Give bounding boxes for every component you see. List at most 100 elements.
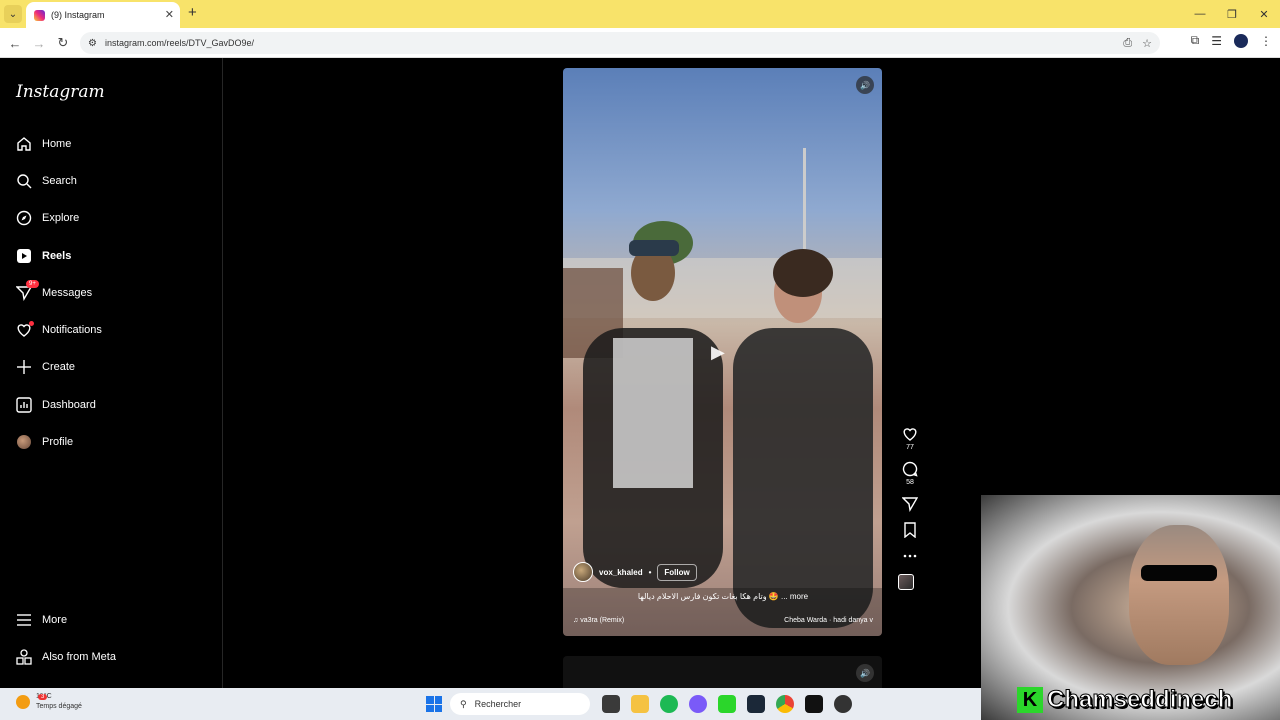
sidebar-item-label: More — [42, 613, 68, 626]
save-button[interactable] — [898, 522, 922, 538]
sidebar-item-explore[interactable]: Explore — [0, 200, 223, 237]
chart-icon — [16, 397, 32, 413]
more-options-button[interactable] — [898, 548, 922, 564]
mute-toggle-button[interactable]: 🔊 — [856, 76, 874, 94]
sidebar-item-profile[interactable]: Profile — [0, 423, 223, 460]
audio-track-label[interactable]: Cheba Warda · hadi danya v — [784, 617, 873, 624]
sidebar-item-more[interactable]: More — [0, 601, 223, 638]
sunglasses — [1141, 565, 1217, 581]
next-reel-mute-button[interactable]: 🔊 — [856, 664, 874, 682]
comment-button[interactable]: 58 — [898, 461, 922, 486]
taskbar-search-placeholder: Rechercher — [474, 699, 522, 709]
play-icon[interactable]: ▶ — [711, 342, 733, 364]
heart-icon — [903, 428, 917, 441]
follow-button[interactable]: Follow — [657, 563, 697, 581]
minimize-button[interactable]: — — [1184, 0, 1216, 28]
restore-button[interactable]: ❐ — [1216, 0, 1248, 28]
new-tab-button[interactable]: + — [188, 4, 197, 21]
forward-button[interactable]: → — [30, 34, 48, 52]
sidebar-item-create[interactable]: Create — [0, 349, 223, 386]
webcam-overlay: K Chamseddinech — [981, 495, 1280, 720]
compass-icon — [16, 210, 32, 226]
media-controls-icon[interactable]: ☰ — [1211, 34, 1222, 48]
close-window-button[interactable]: ✕ — [1248, 0, 1280, 28]
windows-taskbar: 3 12°C Temps dégagé ⚲ Rechercher — [0, 688, 981, 720]
spotify-icon[interactable] — [660, 695, 678, 713]
extensions-icon[interactable]: ⧉ — [1191, 33, 1200, 48]
install-app-icon[interactable]: ⎙ — [1123, 37, 1132, 50]
meta-apps-icon — [16, 649, 32, 665]
author-username[interactable]: vox_khaled — [599, 568, 643, 577]
browser-menu-icon[interactable]: ⋮ — [1260, 34, 1272, 48]
streamer-name: Chamseddinech — [1046, 686, 1233, 714]
plus-icon — [16, 359, 32, 375]
audio-thumbnail[interactable] — [898, 574, 914, 590]
taskbar-apps — [602, 695, 852, 713]
like-count: 77 — [906, 444, 914, 451]
reels-icon — [16, 248, 32, 264]
site-info-icon[interactable]: ⚙ — [88, 38, 97, 49]
discord-icon[interactable] — [689, 695, 707, 713]
address-bar[interactable]: ⚙ instagram.com/reels/DTV_GavDO9e/ ⎙ ☆ — [80, 32, 1160, 54]
sidebar-item-label: Reels — [42, 249, 72, 262]
more-dots-icon — [903, 554, 917, 558]
profile-avatar — [16, 434, 32, 450]
home-icon — [16, 136, 32, 152]
instagram-favicon-icon — [34, 9, 45, 21]
reload-button[interactable]: ↻ — [54, 34, 72, 52]
audio-original-label[interactable]: ♫ va3ra (Remix) — [573, 617, 624, 624]
weather-widget[interactable]: 3 12°C Temps dégagé — [16, 692, 82, 712]
sidebar-nav: Home Search Explore Reels 9+ Messages No… — [0, 125, 223, 461]
taskbar-search[interactable]: ⚲ Rechercher — [450, 693, 590, 715]
reel-video[interactable]: 🔊 ▶ vox_khaled • Follow وتام هكا بغات تك… — [563, 68, 882, 636]
reel-caption[interactable]: وتام هكا بغات تكون فارس الاحلام ديالها 🤩… — [573, 592, 873, 601]
weather-desc: Temps dégagé — [36, 703, 82, 710]
sidebar-item-reels[interactable]: Reels — [0, 237, 223, 274]
obs-icon[interactable] — [834, 695, 852, 713]
sidebar-item-label: Explore — [42, 212, 80, 225]
close-tab-icon[interactable]: ✕ — [165, 8, 174, 21]
browser-tabbar: ⌄ (9) Instagram ✕ + — ❐ ✕ — [0, 0, 1280, 28]
reel-info: vox_khaled • Follow وتام هكا بغات تكون ف… — [573, 562, 873, 624]
menu-icon — [16, 612, 32, 628]
bookmark-star-icon[interactable]: ☆ — [1142, 37, 1152, 50]
sidebar-item-label: Search — [42, 174, 77, 187]
comment-count: 58 — [906, 479, 914, 486]
sidebar-item-notifications[interactable]: Notifications — [0, 311, 223, 348]
sidebar-item-search[interactable]: Search — [0, 162, 223, 199]
terminal-icon[interactable] — [805, 695, 823, 713]
steam-icon[interactable] — [747, 695, 765, 713]
share-icon — [902, 497, 918, 512]
streamer-label: K Chamseddinech — [1017, 685, 1233, 715]
messages-badge: 9+ — [26, 280, 39, 289]
comment-icon — [902, 461, 918, 477]
window-controls: — ❐ ✕ — [1184, 0, 1280, 28]
file-explorer-icon[interactable] — [631, 695, 649, 713]
sidebar-item-also-from-meta[interactable]: Also from Meta — [0, 638, 223, 675]
browser-toolbar: ← → ↻ ⚙ instagram.com/reels/DTV_GavDO9e/… — [0, 28, 1280, 58]
browser-tab[interactable]: (9) Instagram ✕ — [26, 2, 180, 28]
instagram-logo[interactable]: Instagram — [16, 82, 105, 102]
separator-dot: • — [648, 567, 652, 577]
kick-icon[interactable] — [718, 695, 736, 713]
task-view-icon[interactable] — [602, 695, 620, 713]
like-button[interactable]: 77 — [898, 426, 922, 451]
tab-search-button[interactable]: ⌄ — [4, 5, 22, 23]
sidebar-item-label: Notifications — [42, 324, 102, 337]
share-button[interactable] — [898, 496, 922, 512]
sidebar-item-label: Messages — [42, 286, 93, 299]
sidebar-item-label: Profile — [42, 436, 74, 449]
sidebar-item-messages[interactable]: 9+ Messages — [0, 274, 223, 311]
sidebar-item-dashboard[interactable]: Dashboard — [0, 386, 223, 423]
weather-badge: 3 — [38, 694, 48, 700]
back-button[interactable]: ← — [6, 34, 24, 52]
tab-title: (9) Instagram — [51, 10, 105, 20]
url-text: instagram.com/reels/DTV_GavDO9e/ — [104, 38, 255, 48]
sidebar: Instagram Home Search Explore Reels 9+ M… — [0, 58, 223, 688]
sidebar-item-label: Create — [42, 361, 76, 374]
browser-profile-avatar[interactable] — [1234, 33, 1248, 48]
start-button[interactable] — [426, 696, 442, 712]
chrome-icon[interactable] — [776, 695, 794, 713]
author-avatar[interactable] — [573, 562, 593, 582]
sidebar-item-home[interactable]: Home — [0, 125, 223, 162]
